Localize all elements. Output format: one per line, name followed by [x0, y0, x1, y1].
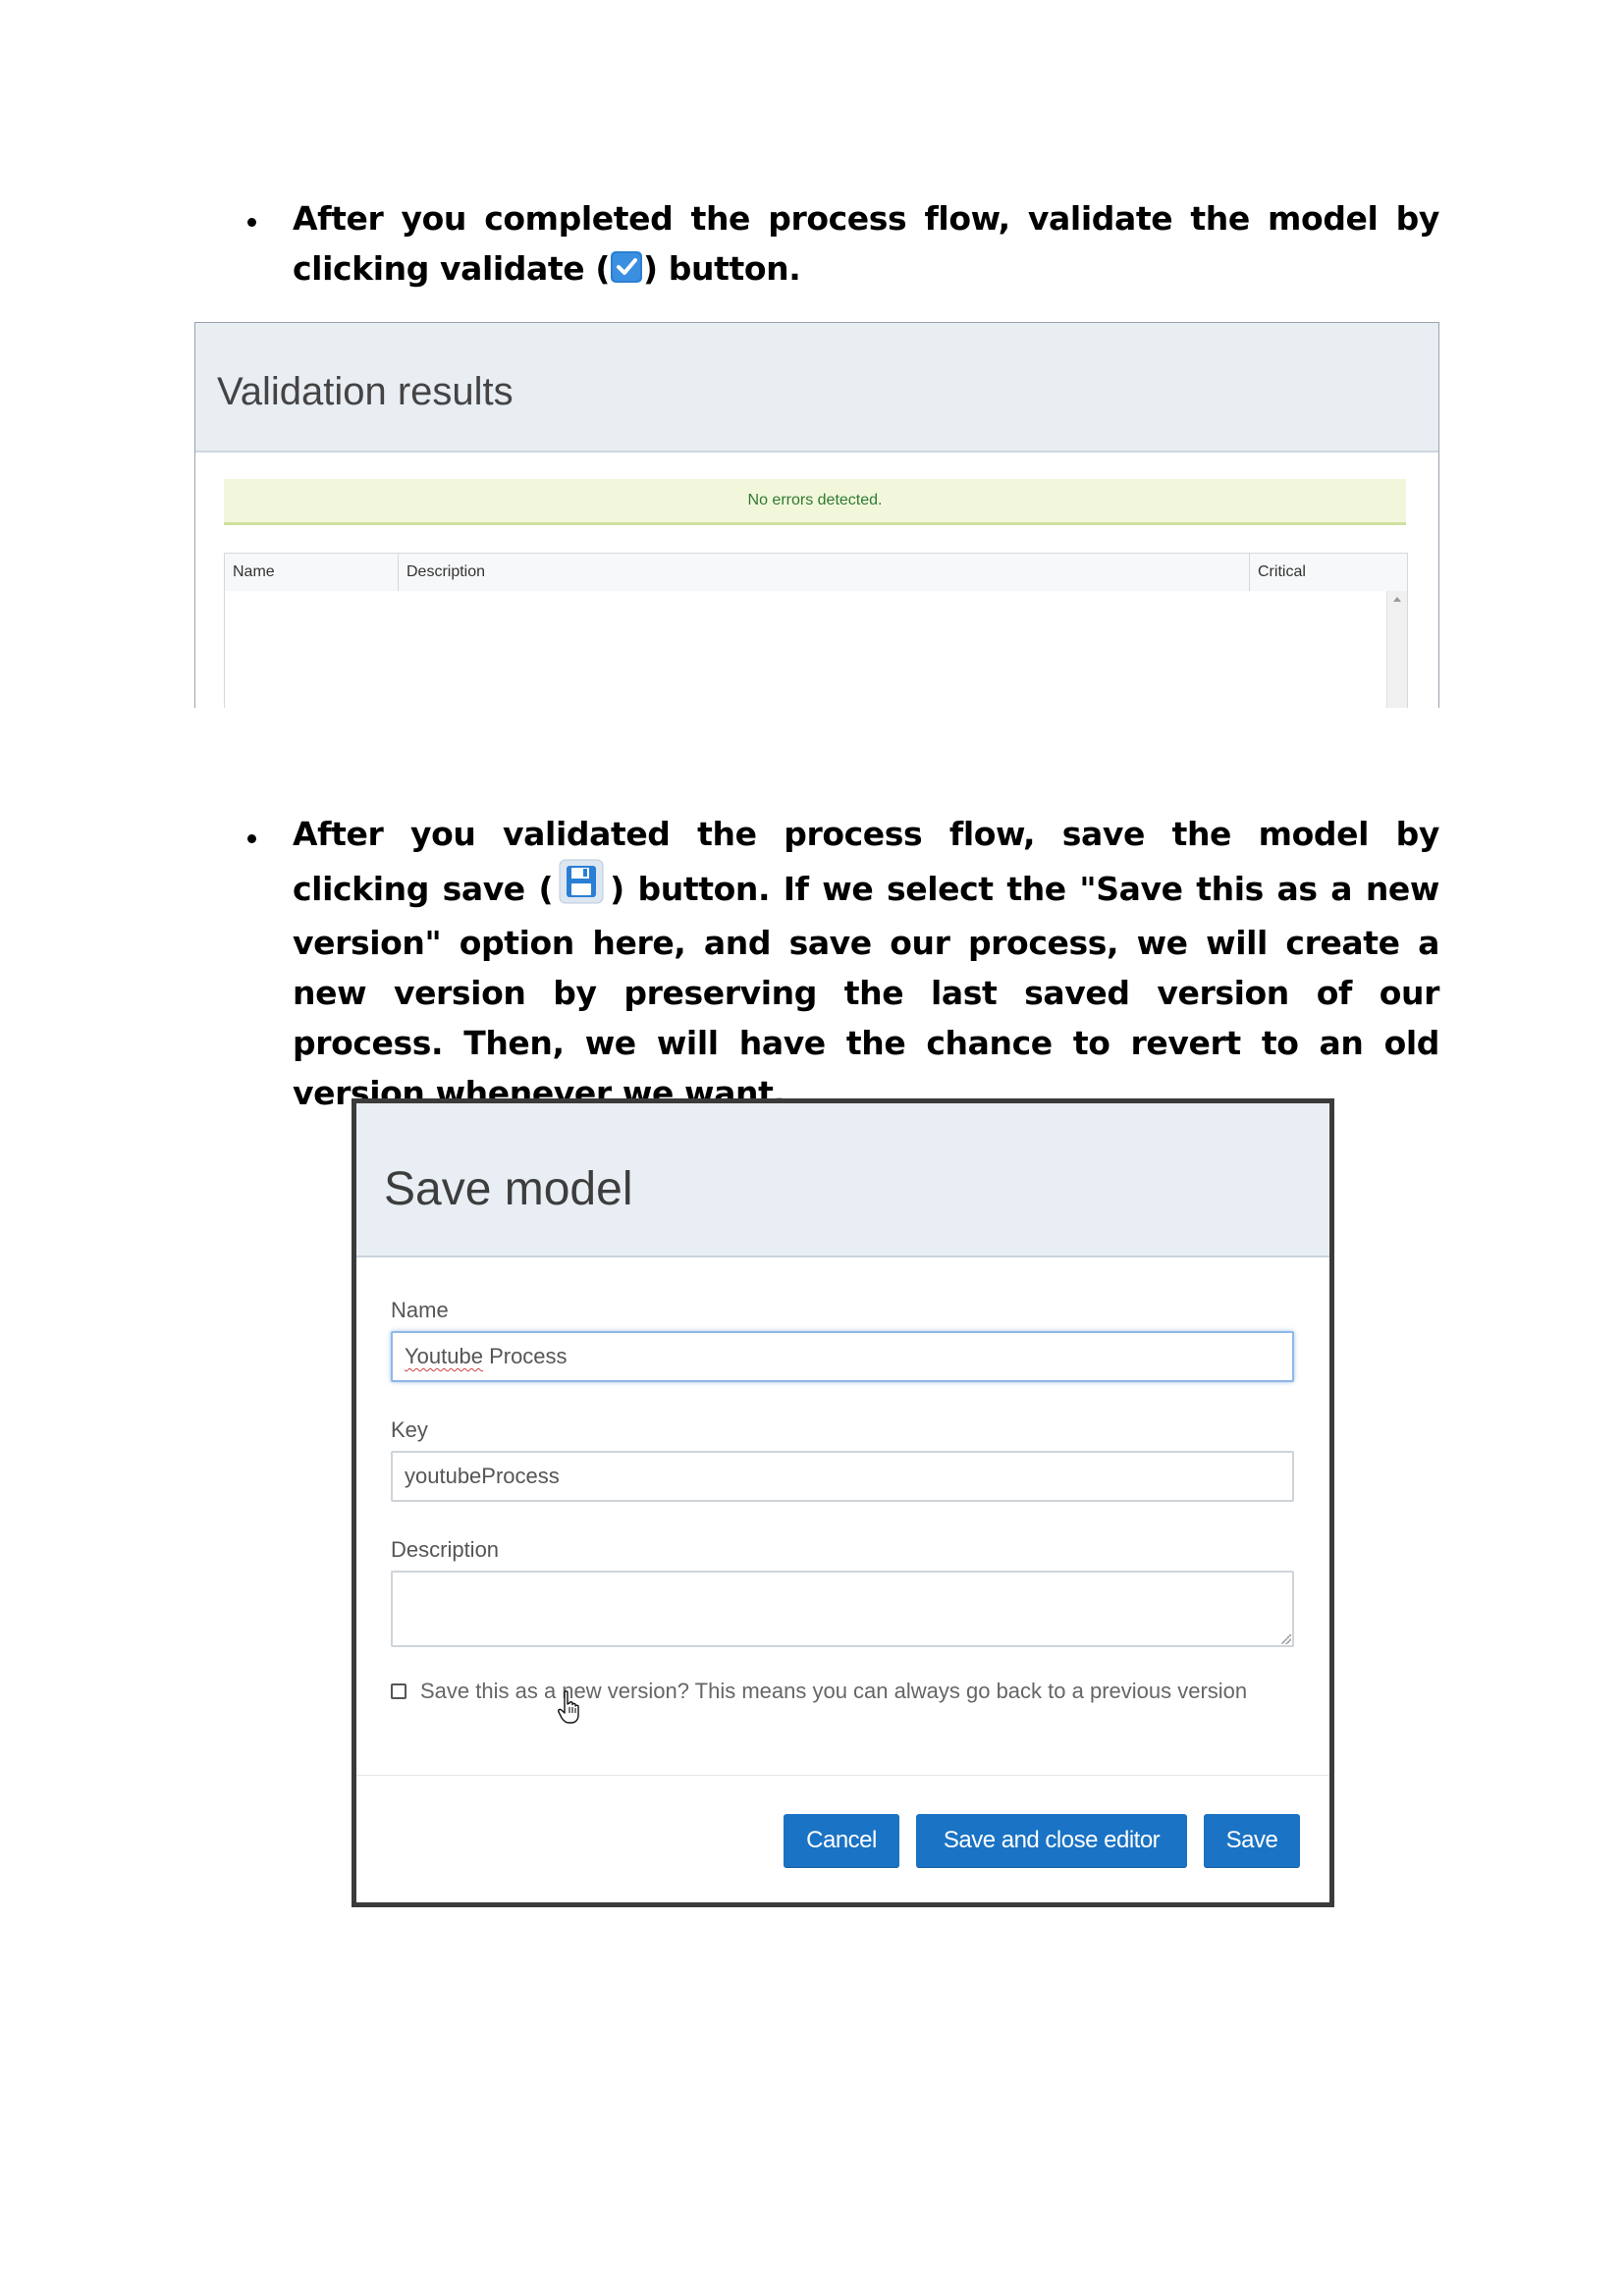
instruction-paragraph-1: After you completed the process flow, va… [293, 193, 1439, 297]
column-header-description[interactable]: Description [399, 554, 1250, 591]
name-value-part1: Youtube [405, 1344, 483, 1368]
instruction-text-1b: ) button. [643, 249, 801, 288]
new-version-option[interactable]: Save this as a new version? This means y… [391, 1679, 1247, 1704]
description-label: Description [391, 1537, 500, 1562]
validation-table-header: Name Description Critical [224, 553, 1408, 592]
footer-divider [356, 1775, 1329, 1776]
key-label: Key [391, 1417, 428, 1442]
save-button[interactable]: Save [1204, 1814, 1300, 1867]
bullet-2 [247, 834, 256, 843]
name-label: Name [391, 1298, 449, 1322]
validation-results-header: Validation results [195, 323, 1438, 453]
validation-table-body [224, 591, 1408, 708]
save-model-dialog: Save model Name Youtube Process Key yout… [352, 1098, 1334, 1907]
validation-status-banner: No errors detected. [224, 479, 1406, 525]
floppy-disk-icon [559, 859, 604, 918]
name-value-part2: Process [482, 1344, 568, 1368]
save-model-header: Save model [356, 1103, 1329, 1257]
save-and-close-editor-button[interactable]: Save and close editor [916, 1814, 1187, 1867]
instruction-text-1a: After you completed the process flow, va… [293, 199, 1439, 288]
instruction-paragraph-2: After you validated the process flow, sa… [293, 809, 1439, 1118]
scroll-up-arrow-icon[interactable] [1393, 597, 1401, 602]
description-textarea[interactable] [391, 1571, 1294, 1647]
new-version-checkbox-label[interactable]: Save this as a new version? This means y… [420, 1679, 1247, 1704]
name-input[interactable]: Youtube Process [391, 1331, 1294, 1382]
cancel-button[interactable]: Cancel [784, 1814, 899, 1867]
column-header-critical[interactable]: Critical [1250, 554, 1407, 591]
vertical-scrollbar[interactable] [1386, 591, 1407, 708]
hand-pointer-cursor-icon [558, 1690, 579, 1724]
key-input[interactable]: youtubeProcess [391, 1451, 1294, 1502]
validation-results-title: Validation results [217, 370, 514, 413]
new-version-checkbox[interactable] [391, 1683, 406, 1699]
save-model-title: Save model [384, 1163, 633, 1215]
column-header-name[interactable]: Name [225, 554, 399, 591]
checkmark-icon [610, 247, 643, 297]
validation-results-panel: Validation results No errors detected. N… [194, 322, 1439, 708]
bullet-1 [247, 218, 256, 227]
